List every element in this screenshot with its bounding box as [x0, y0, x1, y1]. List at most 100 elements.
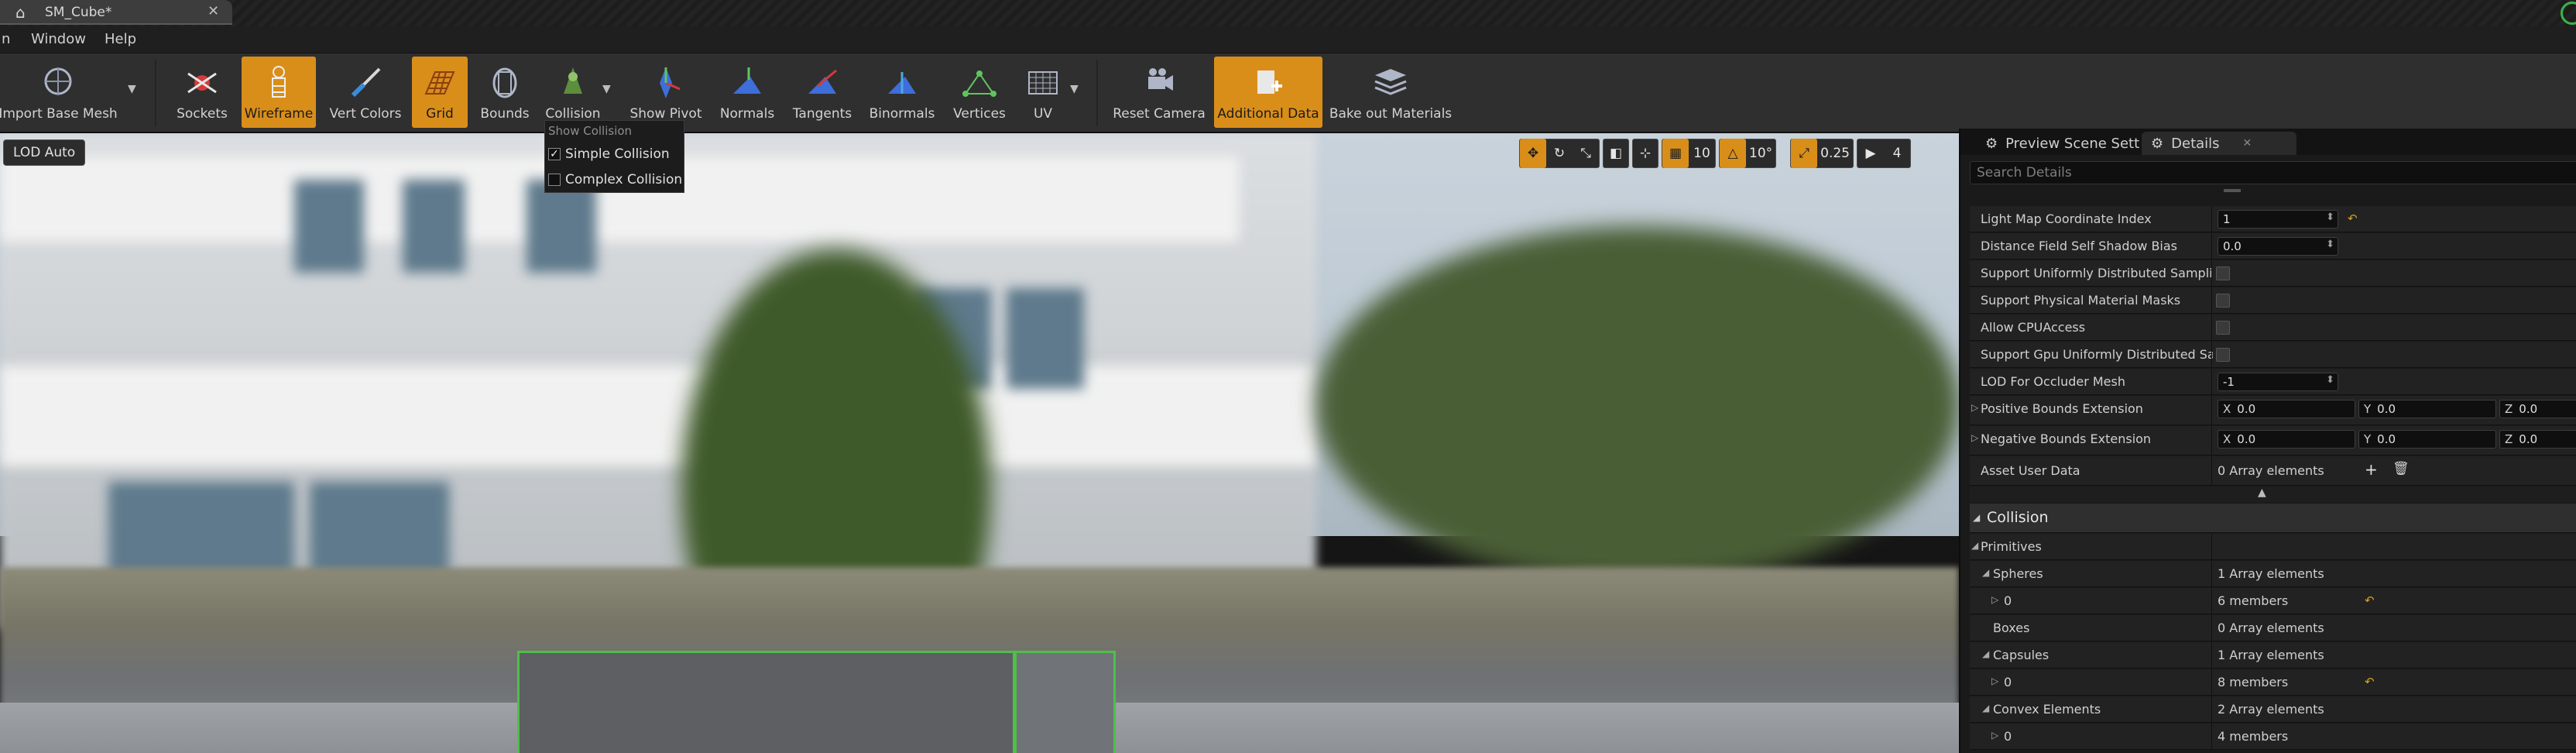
add-element-icon[interactable]: +: [2365, 460, 2378, 479]
lightmap-index-field[interactable]: 1 ⬍: [2218, 210, 2338, 229]
uv-button[interactable]: UV: [1019, 57, 1067, 128]
grid-snap-icon[interactable]: ▦: [1662, 139, 1689, 168]
expand-arrow-icon[interactable]: ▷: [1991, 594, 1998, 605]
positive-bounds-x-field[interactable]: X 0.0: [2218, 400, 2355, 418]
expand-arrow-icon[interactable]: ▷: [1971, 432, 1978, 443]
property-row: Light Map Coordinate Index 1 ⬍ ↶: [1970, 206, 2576, 232]
tab-details[interactable]: ⚙ Details ✕: [2142, 132, 2296, 155]
rotate-mode-icon[interactable]: ↻: [1546, 139, 1573, 168]
rotation-snap-icon[interactable]: △: [1720, 139, 1746, 168]
search-details-input[interactable]: Search Details: [1970, 161, 2576, 184]
source-control-status-icon[interactable]: [2561, 2, 2576, 25]
menu-item-help[interactable]: Help: [105, 31, 136, 47]
panel-tab-strip: ⚙ Preview Scene Sett ⚙ Details ✕: [1960, 129, 2576, 155]
negative-bounds-y-field[interactable]: Y 0.0: [2358, 430, 2496, 449]
mesh-viewport[interactable]: LOD Auto ✥ ↻ ⤡ ◧ ⊹ ▦ 10 △ 10° ⤢ 0.25 ▶ 4: [0, 133, 1959, 753]
mesh-cube-side-face[interactable]: [1015, 651, 1116, 753]
camera-speed-value[interactable]: 4: [1884, 139, 1910, 168]
camera-icon: [1148, 68, 1173, 91]
checkbox-unchecked[interactable]: [2216, 266, 2230, 280]
collision-icon: [564, 67, 582, 94]
additional-data-icon: [1257, 70, 1282, 94]
grid-button[interactable]: Grid: [412, 57, 468, 128]
shadow-bias-field[interactable]: 0.0 ⬍: [2218, 237, 2338, 256]
close-tab-icon[interactable]: ✕: [2243, 137, 2252, 150]
property-row: ▷ Negative Bounds Extension X 0.0 Y 0.0 Z0…: [1970, 426, 2576, 456]
collapse-up-icon[interactable]: ▲: [2258, 487, 2266, 499]
show-pivot-button[interactable]: Show Pivot: [627, 57, 705, 128]
advanced-collapse-bar[interactable]: ▲: [1970, 487, 2576, 502]
menu-item-edit[interactable]: n: [2, 31, 10, 47]
checkbox-unchecked[interactable]: [2216, 348, 2230, 362]
surface-snap-icon[interactable]: ⊹: [1632, 139, 1658, 168]
scale-snap-icon[interactable]: ⤢: [1791, 139, 1818, 168]
scroll-indicator: [2224, 189, 2241, 192]
scale-snap-value[interactable]: 0.25: [1817, 139, 1853, 168]
expand-arrow-icon[interactable]: ▷: [1991, 730, 1998, 741]
trash-icon[interactable]: 🗑: [2392, 461, 2410, 476]
checkbox-unchecked[interactable]: [548, 174, 561, 186]
property-row: Asset User Data 0 Array elements + 🗑: [1970, 456, 2576, 486]
toolbar: Import Base Mesh ▼ Sockets Wireframe Ver…: [0, 53, 2576, 133]
import-dropdown-caret[interactable]: ▼: [128, 83, 136, 95]
binormals-icon: [888, 72, 916, 94]
positive-bounds-y-field[interactable]: Y 0.0: [2358, 400, 2496, 418]
property-row: Support Uniformly Distributed Sampling: [1970, 260, 2576, 287]
details-panel: ⚙ Preview Scene Sett ⚙ Details ✕ Search …: [1959, 129, 2576, 753]
translate-mode-icon[interactable]: ✥: [1520, 139, 1546, 168]
complex-collision-option[interactable]: Complex Collision: [548, 168, 682, 191]
coordinate-space-icon[interactable]: ◧: [1603, 139, 1629, 168]
tangents-button[interactable]: Tangents: [787, 57, 858, 128]
collapse-arrow-icon[interactable]: ◢: [1982, 703, 1989, 713]
rotation-snap-value[interactable]: 10°: [1746, 139, 1775, 168]
normals-button[interactable]: Normals: [711, 57, 784, 128]
lod-occluder-field[interactable]: -1 ⬍: [2218, 373, 2338, 391]
document-tab[interactable]: ⌂ SM_Cube* ✕: [0, 0, 232, 25]
building-window: [294, 180, 364, 273]
checkbox-unchecked[interactable]: [2216, 294, 2230, 308]
viewport-toolbar: ✥ ↻ ⤡ ◧ ⊹ ▦ 10 △ 10° ⤢ 0.25 ▶ 4: [1519, 138, 1911, 169]
collision-section-header[interactable]: ◢ Collision: [1970, 504, 2576, 533]
expand-arrow-icon[interactable]: ▷: [1991, 676, 1998, 686]
menu-item-window[interactable]: Window: [31, 31, 86, 47]
negative-bounds-z-field[interactable]: Z 0.0: [2499, 430, 2576, 449]
scale-mode-icon[interactable]: ⤡: [1573, 139, 1599, 168]
reset-to-default-icon[interactable]: ↶: [2365, 675, 2375, 689]
tab-preview-scene-settings[interactable]: ⚙ Preview Scene Sett: [1976, 132, 2149, 155]
import-base-mesh-button[interactable]: Import Base Mesh: [0, 57, 118, 128]
collision-dropdown-caret[interactable]: ▼: [602, 83, 611, 95]
spin-arrows-icon: ⬍: [2326, 374, 2334, 386]
bake-out-materials-button[interactable]: Bake out Materials: [1329, 57, 1453, 128]
camera-speed-group: ▶ 4: [1857, 139, 1911, 168]
property-row: ◢ Primitives: [1970, 534, 2576, 560]
expand-arrow-icon[interactable]: ▷: [1971, 402, 1978, 413]
reset-to-default-icon[interactable]: ↶: [2365, 593, 2375, 607]
wireframe-button[interactable]: Wireframe: [242, 57, 316, 128]
collapse-arrow-icon[interactable]: ◢: [1982, 567, 1989, 578]
collapse-arrow-icon[interactable]: ◢: [1982, 648, 1989, 659]
sockets-button[interactable]: Sockets: [169, 57, 235, 128]
simple-collision-option[interactable]: ✓ Simple Collision: [548, 143, 670, 166]
grid-snap-value[interactable]: 10: [1689, 139, 1715, 168]
checkbox-checked[interactable]: ✓: [548, 148, 561, 160]
mesh-cube-front-face[interactable]: [517, 651, 1015, 753]
building-window: [1007, 288, 1084, 389]
additional-data-button[interactable]: Additional Data: [1214, 57, 1322, 128]
camera-speed-icon[interactable]: ▶: [1857, 139, 1884, 168]
lod-auto-button[interactable]: LOD Auto: [3, 139, 86, 166]
vert-colors-button[interactable]: Vert Colors: [325, 57, 406, 128]
reset-to-default-icon[interactable]: ↶: [2348, 211, 2358, 225]
positive-bounds-z-field[interactable]: Z 0.0: [2499, 400, 2576, 418]
property-row: ◢ Spheres 1 Array elements: [1970, 561, 2576, 587]
reset-camera-button[interactable]: Reset Camera: [1109, 57, 1209, 128]
vertices-button[interactable]: Vertices: [946, 57, 1013, 128]
collapse-arrow-icon[interactable]: ◢: [1971, 540, 1978, 551]
close-tab-icon[interactable]: ✕: [208, 3, 219, 19]
bounds-button[interactable]: Bounds: [474, 57, 536, 128]
negative-bounds-x-field[interactable]: X 0.0: [2218, 430, 2355, 449]
viewport-trees-right: [1316, 226, 1959, 583]
collision-button[interactable]: Collision: [542, 57, 604, 128]
binormals-button[interactable]: Binormals: [864, 57, 940, 128]
checkbox-unchecked[interactable]: [2216, 321, 2230, 335]
uv-dropdown-caret[interactable]: ▼: [1070, 83, 1079, 95]
